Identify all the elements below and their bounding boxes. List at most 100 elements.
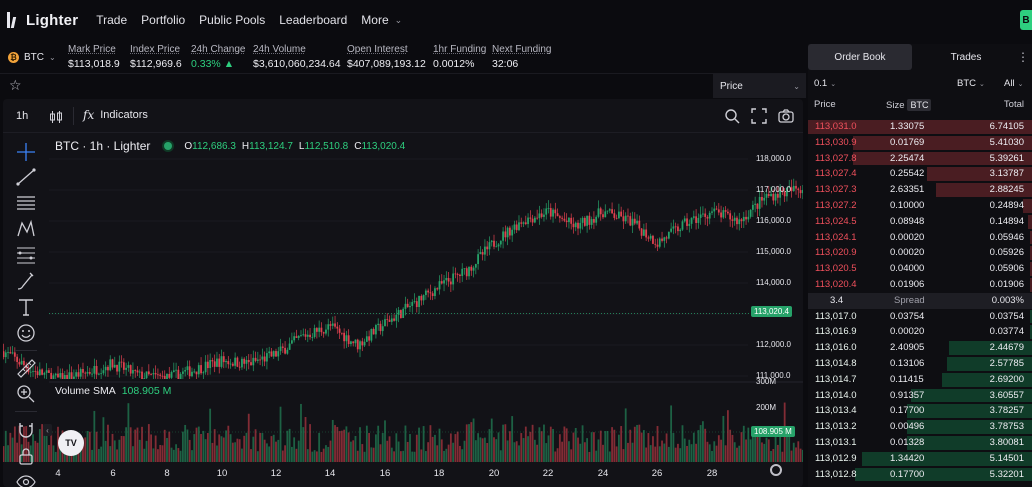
size-unit-badge[interactable]: BTC [907,99,932,111]
ohlc-open: O112,686.3 [184,141,236,152]
candle-body [334,323,336,327]
tradingview-logo-icon[interactable]: TV [58,430,84,456]
bid-row[interactable]: 113,012.9 1.34420 5.14501 [808,451,1032,467]
volume-bar [409,434,411,462]
chevron-down-icon: ⌄ [830,81,837,88]
bid-row[interactable]: 113,014.0 0.91357 3.60557 [808,388,1032,404]
zoom-search-icon[interactable] [724,108,740,124]
volume-bar [715,445,718,462]
ruler-icon[interactable] [15,357,37,379]
volume-bar [254,429,257,462]
depth-bar [1028,214,1032,229]
price-chart[interactable] [3,99,803,487]
tab-order-book[interactable]: Order Book [808,44,912,70]
ask-row[interactable]: 113,030.9 0.01769 5.41030 [808,135,1032,151]
bid-row[interactable]: 113,014.7 0.11415 2.69200 [808,372,1032,388]
chevron-down-icon: ⌄ [979,81,985,88]
volume-bar [776,444,779,462]
nav-link-leaderboard[interactable]: Leaderboard [279,13,347,27]
volume-bar [211,442,214,462]
indicators-label: Indicators [100,109,148,121]
price-select[interactable]: Price ⌄ [713,74,806,98]
ask-row[interactable]: 113,027.2 0.10000 0.24894 [808,198,1032,214]
bid-row[interactable]: 113,016.0 2.40905 2.44679 [808,340,1032,356]
candle-body [590,219,593,225]
ask-row[interactable]: 113,024.5 0.08948 0.14894 [808,214,1032,230]
candle-body [59,373,62,378]
bid-row[interactable]: 113,013.2 0.00496 3.78753 [808,419,1032,435]
magnet-icon[interactable] [15,419,37,441]
bid-row[interactable]: 113,017.0 0.03754 0.03754 [808,309,1032,325]
volume-bar [593,432,595,462]
ask-row[interactable]: 113,020.4 0.01906 0.01906 [808,277,1032,293]
ask-row[interactable]: 113,024.1 0.00020 0.05946 [808,230,1032,246]
ask-row[interactable]: 113,027.4 0.25542 3.13787 [808,166,1032,182]
candle-body [468,266,470,277]
candle-body [729,213,732,220]
candle-body [731,219,734,221]
candle-body [195,371,198,375]
fib-retracement-icon[interactable] [15,244,37,266]
bid-row[interactable]: 113,016.9 0.00020 0.03774 [808,324,1032,340]
ask-row[interactable]: 113,027.3 2.63351 2.88245 [808,182,1032,198]
nav-link-public-pools[interactable]: Public Pools [199,13,265,27]
timeframe-button[interactable]: 1h [16,110,28,122]
bid-row[interactable]: 113,013.4 0.17700 3.78257 [808,403,1032,419]
ask-row[interactable]: 113,031.0 1.33075 6.74105 [808,119,1032,135]
favorite-star-icon[interactable]: ☆ [9,77,22,94]
chart-settings-icon[interactable] [770,464,782,476]
volume-bar [554,451,557,462]
emoji-icon[interactable] [15,322,37,344]
collapse-tools-chevron-icon[interactable]: ‹ [43,424,52,436]
indicators-button[interactable]: fx Indicators [83,108,148,122]
more-options-icon[interactable]: ⋮ [1017,50,1029,64]
camera-icon[interactable] [778,108,794,124]
nav-more-menu[interactable]: More ⌄ [361,13,402,27]
volume-bar [427,442,430,462]
candle-body [338,328,341,333]
volume-bar [363,451,366,462]
brush-icon[interactable] [15,270,37,292]
order-price: 113,024.5 [815,215,857,227]
volume-bar [129,427,132,462]
connect-button[interactable]: B [1020,10,1032,30]
candle-body [742,216,745,222]
candle-body [527,217,529,225]
stat-value: 0.33% ▲ [191,58,235,70]
candles-icon[interactable] [49,110,63,124]
eye-icon[interactable] [15,471,37,487]
unit-select[interactable]: BTC ⌄ [957,78,985,89]
tab-trades[interactable]: Trades [912,44,1020,70]
nav-link-trade[interactable]: Trade [96,13,127,27]
candle-body [792,185,795,192]
candle-body [511,229,514,236]
bid-row[interactable]: 113,012.8 0.17700 5.32201 [808,467,1032,483]
candle-body [702,213,704,215]
candle-body [456,274,459,275]
depth-bar [1023,198,1032,213]
horizontal-lines-icon[interactable] [15,192,37,214]
lock-icon[interactable] [15,445,37,467]
candle-body [602,214,604,218]
zoom-in-icon[interactable] [15,383,37,405]
ask-row[interactable]: 113,020.9 0.00020 0.05926 [808,245,1032,261]
tick-size-select[interactable]: 0.1 ⌄ [814,78,836,89]
bid-row[interactable]: 113,013.1 0.01328 3.80081 [808,435,1032,451]
volume-bar [150,434,153,462]
ask-row[interactable]: 113,020.5 0.04000 0.05906 [808,261,1032,277]
pattern-icon[interactable] [15,218,37,240]
order-price: 113,030.9 [815,136,857,148]
crosshair-icon[interactable] [15,141,37,163]
candle-body [572,223,575,228]
trend-line-icon[interactable] [15,166,37,188]
fullscreen-icon[interactable] [751,108,767,124]
candle-body [200,365,202,374]
bid-row[interactable]: 113,014.8 0.13106 2.57785 [808,356,1032,372]
ask-row[interactable]: 113,027.8 2.25474 5.39261 [808,151,1032,167]
logo[interactable]: Lighter [6,11,78,29]
market-selector[interactable]: ₿ BTC ⌄ [8,52,56,63]
filter-select[interactable]: All ⌄ [1004,78,1023,89]
nav-link-portfolio[interactable]: Portfolio [141,13,185,27]
volume-bar [440,439,443,462]
text-tool-icon[interactable] [15,296,37,318]
